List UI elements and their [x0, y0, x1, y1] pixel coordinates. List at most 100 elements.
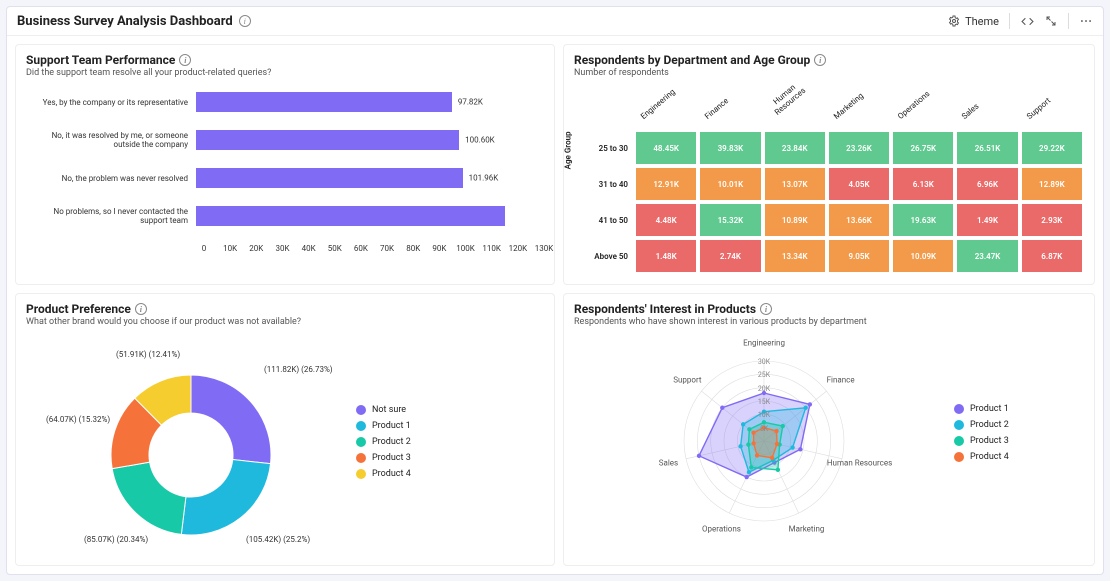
heatmap-cell[interactable]: 10.01K — [698, 166, 762, 202]
heatmap-cell[interactable]: 26.51K — [955, 130, 1019, 166]
heatmap-cell[interactable]: 48.45K — [634, 130, 698, 166]
legend-swatch — [356, 421, 366, 431]
radar-axis-label: Marketing — [789, 525, 825, 534]
legend-swatch — [356, 405, 366, 415]
panel-subtitle: Respondents who have shown interest in v… — [574, 317, 1084, 327]
legend-item[interactable]: Not sure — [356, 405, 411, 415]
bar-fill[interactable] — [196, 168, 463, 188]
heatmap-cell[interactable]: 12.91K — [634, 166, 698, 202]
legend-swatch — [954, 452, 964, 462]
heatmap-cell[interactable]: 39.83K — [698, 130, 762, 166]
info-icon[interactable]: i — [814, 54, 826, 66]
donut-slice-label: (51.91K) (12.41%) — [116, 350, 180, 359]
theme-button[interactable]: Theme — [947, 14, 999, 28]
radar-tick: 20K — [758, 385, 770, 393]
bar-value-label: 97.82K — [458, 98, 483, 107]
heatmap-cell[interactable]: 29.22K — [1020, 130, 1084, 166]
heatmap-cell[interactable]: 1.49K — [955, 202, 1019, 238]
axis-tick: 110K — [482, 244, 501, 253]
legend-item[interactable]: Product 4 — [356, 469, 411, 479]
heatmap-cell[interactable]: 6.96K — [955, 166, 1019, 202]
donut-slice[interactable] — [181, 460, 270, 535]
info-icon[interactable]: i — [179, 54, 191, 66]
heatmap-cell[interactable]: 26.75K — [891, 130, 955, 166]
divider — [1068, 13, 1069, 29]
axis-tick: 130K — [535, 244, 554, 253]
axis-tick: 40K — [302, 244, 316, 253]
axis-tick: 70K — [380, 244, 394, 253]
heatmap-cell[interactable]: 6.13K — [891, 166, 955, 202]
axis-tick: 20K — [249, 244, 263, 253]
bar-fill[interactable] — [196, 130, 459, 150]
legend-item[interactable]: Product 4 — [954, 452, 1009, 462]
panel-title: Support Team Performance — [26, 53, 175, 67]
panel-grid: Support Team Performance i Did the suppo… — [7, 36, 1103, 574]
donut-slice[interactable] — [112, 462, 186, 534]
axis-tick: 80K — [406, 244, 420, 253]
legend-item[interactable]: Product 1 — [356, 421, 411, 431]
heatmap-cell[interactable]: 23.47K — [955, 238, 1019, 274]
legend-swatch — [954, 436, 964, 446]
axis-tick: 30K — [275, 244, 289, 253]
code-icon[interactable] — [1020, 14, 1034, 28]
radar-tick: 15K — [758, 398, 770, 406]
dashboard-page: Business Survey Analysis Dashboard i The… — [6, 6, 1104, 575]
bar-value-label: 100.60K — [465, 136, 495, 145]
page-title: Business Survey Analysis Dashboard — [17, 14, 233, 29]
info-icon[interactable]: i — [760, 303, 772, 315]
legend-item[interactable]: Product 3 — [954, 436, 1009, 446]
donut-slice-label: (105.42K) (25.2%) — [246, 535, 310, 544]
heatmap-cell[interactable]: 23.26K — [827, 130, 891, 166]
bar-row: No, it was resolved by me, or someone ou… — [26, 130, 544, 150]
heatmap-row-header: 25 to 30 — [574, 130, 634, 166]
bar-fill[interactable] — [196, 92, 452, 112]
legend-item[interactable]: Product 2 — [954, 420, 1009, 430]
bar-fill[interactable] — [196, 206, 505, 226]
info-icon[interactable]: i — [135, 303, 147, 315]
info-icon[interactable]: i — [239, 15, 251, 27]
radar-axis-label: Operations — [702, 525, 741, 534]
bar-row: Yes, by the company or its representativ… — [26, 92, 544, 112]
legend-swatch — [356, 453, 366, 463]
donut-slice-label: (111.82K) (26.73%) — [264, 365, 333, 374]
heatmap-cell[interactable]: 10.09K — [891, 238, 955, 274]
panel-subtitle: What other brand would you choose if our… — [26, 317, 544, 327]
expand-icon[interactable] — [1044, 14, 1058, 28]
heatmap-cell[interactable]: 1.48K — [634, 238, 698, 274]
donut-slice-label: (64.07K) (15.32%) — [46, 415, 110, 424]
theme-label: Theme — [965, 15, 999, 28]
donut-slice[interactable] — [191, 375, 271, 464]
heatmap-cell[interactable]: 6.87K — [1020, 238, 1084, 274]
legend-label: Product 3 — [970, 436, 1009, 446]
heatmap-cell[interactable]: 19.63K — [891, 202, 955, 238]
more-icon[interactable] — [1079, 14, 1093, 28]
bar-row: No, the problem was never resolved101.96… — [26, 168, 544, 188]
panel-heatmap: Respondents by Department and Age Group … — [563, 44, 1095, 285]
axis-tick: 90K — [432, 244, 446, 253]
heatmap-cell[interactable]: 13.66K — [827, 202, 891, 238]
heatmap-row-header: 31 to 40 — [574, 166, 634, 202]
axis-tick: 10K — [223, 244, 237, 253]
heatmap-cell[interactable]: 13.07K — [763, 166, 827, 202]
heatmap-cell[interactable]: 2.93K — [1020, 202, 1084, 238]
legend-item[interactable]: Product 1 — [954, 404, 1009, 414]
legend-label: Product 4 — [970, 452, 1009, 462]
heatmap-cell[interactable]: 4.05K — [827, 166, 891, 202]
legend-item[interactable]: Product 3 — [356, 453, 411, 463]
heatmap-cell[interactable]: 4.48K — [634, 202, 698, 238]
heatmap-cell[interactable]: 9.05K — [827, 238, 891, 274]
radar-tick: 25K — [758, 371, 770, 379]
panel-title: Respondents' Interest in Products — [574, 302, 756, 316]
radar-tick: 5K — [760, 425, 768, 433]
radar-legend: Product 1 Product 2 Product 3 Product 4 — [954, 404, 1009, 468]
heatmap-cell[interactable]: 15.32K — [698, 202, 762, 238]
heatmap-y-axis-label: Age Group — [564, 131, 573, 169]
heatmap-cell[interactable]: 2.74K — [698, 238, 762, 274]
heatmap-cell[interactable]: 13.34K — [763, 238, 827, 274]
heatmap-cell[interactable]: 23.84K — [763, 130, 827, 166]
heatmap-cell[interactable]: 12.89K — [1020, 166, 1084, 202]
heatmap-cell[interactable]: 10.89K — [763, 202, 827, 238]
radar-axis-label: Support — [673, 375, 701, 384]
panel-support-bar: Support Team Performance i Did the suppo… — [15, 44, 555, 285]
legend-item[interactable]: Product 2 — [356, 437, 411, 447]
